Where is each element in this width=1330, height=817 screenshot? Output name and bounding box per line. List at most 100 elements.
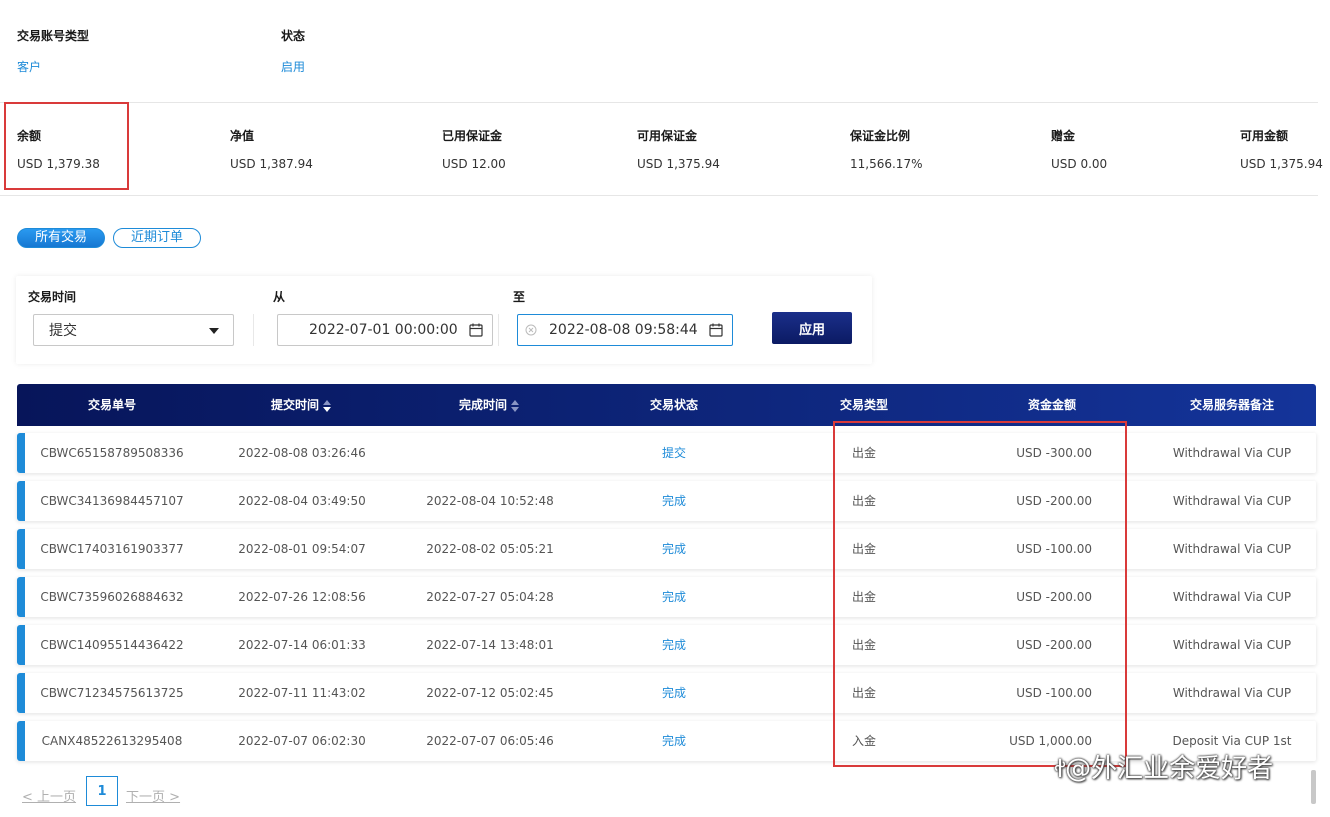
col-complete-time[interactable]: 完成时间 [429, 384, 549, 426]
cell-transaction-id: CBWC71234575613725 [40, 686, 184, 700]
from-date-input[interactable]: 2022-07-01 00:00:00 [277, 314, 493, 346]
row-accent-bar [17, 433, 25, 473]
to-date-value: 2022-08-08 09:58:44 [549, 322, 698, 338]
cell-submit-time: 2022-07-11 11:43:02 [238, 686, 366, 700]
cell-complete-time: 2022-07-12 05:02:45 [426, 686, 554, 700]
separator [253, 314, 254, 346]
cell-transaction-id: CBWC65158789508336 [40, 446, 184, 460]
row-accent-bar [17, 625, 25, 665]
cell-submit-time: 2022-07-14 06:01:33 [238, 638, 366, 652]
summary-label: 可用金额 [1240, 129, 1289, 143]
calendar-icon[interactable] [469, 323, 483, 337]
divider-top [0, 102, 1318, 103]
cell-submit-time: 2022-08-08 03:26:46 [238, 446, 366, 460]
tab-all-transactions[interactable]: 所有交易 [17, 228, 105, 248]
from-label: 从 [273, 290, 286, 304]
summary-bonus: 赠金 USD 0.00 [1051, 127, 1107, 171]
cell-complete-time: 2022-08-04 10:52:48 [426, 494, 554, 508]
cell-transaction-status[interactable]: 完成 [634, 529, 714, 569]
account-status-label: 状态 [281, 29, 306, 43]
col-submit-time[interactable]: 提交时间 [241, 384, 361, 426]
col-status: 交易状态 [649, 398, 698, 412]
highlight-amount-box [833, 421, 1127, 767]
summary-label: 可用保证金 [637, 129, 698, 143]
watermark-text: ꬷ@外汇业余爱好者 [1055, 748, 1273, 785]
from-date-value: 2022-07-01 00:00:00 [309, 322, 458, 338]
account-status-block: 状态 启用 [281, 27, 305, 75]
clear-circle-icon[interactable] [525, 324, 537, 336]
cell-transaction-status[interactable]: 完成 [634, 673, 714, 713]
summary-value: 11,566.17% [850, 157, 923, 171]
apply-button[interactable]: 应用 [772, 312, 852, 344]
cell-transaction-status[interactable]: 完成 [634, 721, 714, 761]
summary-value: USD 1,375.94 [637, 157, 720, 171]
summary-value: USD 1,387.94 [230, 157, 313, 171]
col-type: 交易类型 [839, 398, 888, 412]
col-submit-time-label: 提交时间 [270, 398, 319, 412]
page-number-current[interactable]: 1 [86, 776, 118, 806]
time-type-label: 交易时间 [28, 290, 77, 304]
cell-transaction-id: CBWC34136984457107 [40, 494, 184, 508]
account-status-value: 启用 [281, 60, 306, 74]
summary-label: 净值 [230, 129, 255, 143]
highlight-balance-box [4, 102, 129, 190]
time-type-value: 提交 [49, 323, 77, 339]
cell-server-remark: Withdrawal Via CUP [1172, 686, 1292, 700]
row-accent-bar [17, 721, 25, 761]
cell-complete-time: 2022-07-14 13:48:01 [426, 638, 554, 652]
cell-server-remark: Withdrawal Via CUP [1172, 542, 1292, 556]
cell-submit-time: 2022-08-04 03:49:50 [238, 494, 366, 508]
next-page-link[interactable]: 下一页 > [126, 786, 180, 805]
summary-margin-ratio: 保证金比例 11,566.17% [850, 127, 922, 171]
cell-complete-time: 2022-07-27 05:04:28 [426, 590, 554, 604]
scrollbar[interactable] [1311, 770, 1316, 804]
cell-server-remark: Withdrawal Via CUP [1172, 494, 1292, 508]
cell-transaction-id: CBWC17403161903377 [40, 542, 184, 556]
separator [498, 314, 499, 346]
calendar-icon[interactable] [709, 323, 723, 337]
cell-server-remark: Withdrawal Via CUP [1172, 446, 1292, 460]
cell-transaction-id: CBWC73596026884632 [40, 590, 184, 604]
col-amount: 资金金额 [1027, 398, 1076, 412]
summary-used-margin: 已用保证金 USD 12.00 [442, 127, 506, 171]
summary-label: 赠金 [1051, 129, 1076, 143]
cell-transaction-status[interactable]: 提交 [634, 433, 714, 473]
col-remark: 交易服务器备注 [1189, 398, 1274, 412]
row-accent-bar [17, 481, 25, 521]
summary-equity: 净值 USD 1,387.94 [230, 127, 313, 171]
to-date-input[interactable]: 2022-08-08 09:58:44 [517, 314, 733, 346]
divider-mid [0, 195, 1318, 196]
cell-complete-time [420, 433, 560, 473]
summary-value: USD 0.00 [1051, 157, 1108, 171]
cell-complete-time: 2022-08-02 05:05:21 [426, 542, 554, 556]
col-transaction-id: 交易单号 [87, 398, 136, 412]
cell-server-remark: Withdrawal Via CUP [1172, 638, 1292, 652]
summary-value: USD 1,375.94 [1240, 157, 1323, 171]
summary-available: 可用金额 USD 1,375.94 [1240, 127, 1323, 171]
cell-transaction-id: CANX48522613295408 [41, 734, 183, 748]
sort-icon[interactable] [511, 398, 519, 414]
time-type-select[interactable]: 提交 [33, 314, 234, 346]
filter-panel: 交易时间 提交 从 2022-07-01 00:00:00 至 2022-08-… [16, 276, 872, 364]
cell-server-remark: Withdrawal Via CUP [1172, 590, 1292, 604]
account-type-label: 交易账号类型 [17, 29, 90, 43]
cell-transaction-status[interactable]: 完成 [634, 481, 714, 521]
to-label: 至 [513, 290, 526, 304]
row-accent-bar [17, 529, 25, 569]
tab-recent-orders[interactable]: 近期订单 [113, 228, 201, 248]
table-header: 交易单号 提交时间 完成时间 交易状态 交易类型 资金金额 交易服务器备注 [17, 384, 1316, 426]
col-complete-time-label: 完成时间 [458, 398, 507, 412]
cell-submit-time: 2022-08-01 09:54:07 [238, 542, 366, 556]
cell-submit-time: 2022-07-26 12:08:56 [238, 590, 366, 604]
prev-page-link[interactable]: < 上一页 [22, 786, 76, 805]
cell-transaction-status[interactable]: 完成 [634, 577, 714, 617]
summary-free-margin: 可用保证金 USD 1,375.94 [637, 127, 720, 171]
sort-icon[interactable] [323, 398, 331, 414]
watermark-label: @外汇业余爱好者 [1065, 754, 1274, 784]
cell-complete-time: 2022-07-07 06:05:46 [426, 734, 554, 748]
caret-down-icon [209, 328, 219, 334]
cell-transaction-status[interactable]: 完成 [634, 625, 714, 665]
summary-label: 保证金比例 [850, 129, 911, 143]
cell-submit-time: 2022-07-07 06:02:30 [238, 734, 366, 748]
account-type-value: 客户 [17, 60, 42, 74]
